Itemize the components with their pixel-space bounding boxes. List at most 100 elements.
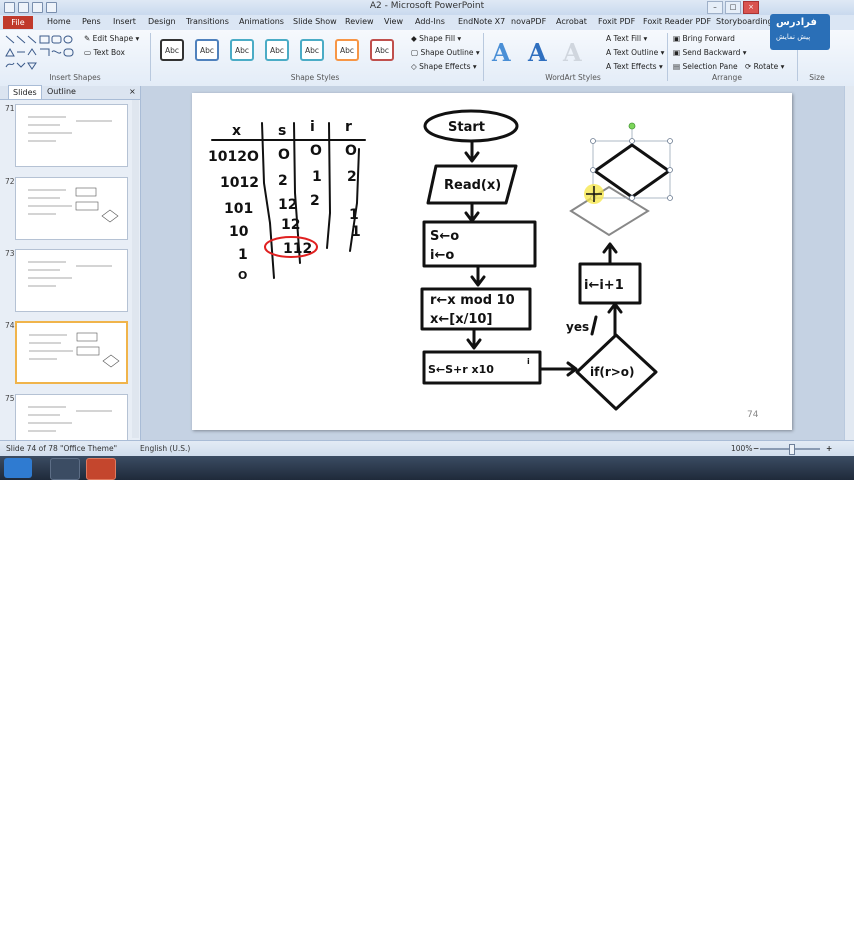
increment-label: i←i+1 — [584, 278, 624, 293]
tab-animations[interactable]: Animations — [239, 17, 284, 26]
slide-info: Slide 74 of 78 — [6, 444, 58, 453]
slide-thumbnail[interactable] — [15, 249, 128, 312]
taskbar-app-icon[interactable] — [50, 458, 80, 480]
table-cell: 10 — [229, 224, 249, 240]
tab-outline[interactable]: Outline — [47, 87, 76, 96]
text-fill-button[interactable]: A Text Fill ▾ — [606, 34, 647, 43]
selection-pane-button[interactable]: ▤ Selection Pane — [673, 62, 738, 71]
edit-shape-button[interactable]: ✎ Edit Shape ▾ — [84, 34, 139, 43]
tab-review[interactable]: Review — [345, 17, 374, 26]
selection-pane-label: Selection Pane — [682, 62, 738, 71]
shape-effects-button[interactable]: ◇ Shape Effects ▾ — [411, 62, 477, 71]
tab-file[interactable]: File — [3, 16, 33, 29]
exponent-label: i — [527, 357, 530, 366]
table-header-i: i — [310, 119, 315, 135]
zoom-level[interactable]: 100% — [731, 444, 752, 453]
rotate-label: Rotate — [753, 62, 779, 71]
send-backward-label: Send Backward — [682, 48, 741, 57]
shape-style-6[interactable]: Abc — [335, 39, 359, 61]
tab-view[interactable]: View — [384, 17, 403, 26]
window-controls: – □ × — [707, 1, 759, 14]
start-label: Start — [448, 120, 485, 135]
rotate-handle[interactable] — [628, 122, 636, 130]
table-header-s: s — [278, 123, 286, 139]
tab-acrobat[interactable]: Acrobat — [556, 17, 587, 26]
yes-arrow — [590, 315, 598, 336]
wordart-style-blue[interactable]: A — [492, 38, 511, 67]
shape-gallery[interactable] — [4, 33, 80, 71]
text-effects-button[interactable]: A Text Effects ▾ — [606, 62, 663, 71]
tab-transitions[interactable]: Transitions — [186, 17, 229, 26]
slide-canvas[interactable]: x s i r 1012O O O O 1012 2 1 2 101 12 2 … — [192, 93, 792, 430]
slide-thumbnail[interactable] — [15, 104, 128, 167]
tab-foxit-reader-pdf[interactable]: Foxit Reader PDF — [643, 17, 711, 26]
shape-style-1[interactable]: Abc — [160, 39, 184, 61]
maximize-icon[interactable]: □ — [725, 1, 741, 14]
tab-storyboarding[interactable]: Storyboarding — [716, 17, 773, 26]
send-backward-button[interactable]: ▣ Send Backward ▾ — [673, 48, 747, 57]
faradars-logo-title: فرادرس — [776, 17, 817, 28]
tab-design[interactable]: Design — [148, 17, 176, 26]
shape-style-7[interactable]: Abc — [370, 39, 394, 61]
text-effects-label: Text Effects — [613, 62, 657, 71]
vertical-scrollbar[interactable] — [844, 86, 854, 440]
tab-foxit-pdf[interactable]: Foxit PDF — [598, 17, 635, 26]
tab-add-ins[interactable]: Add-Ins — [415, 17, 445, 26]
shape-outline-label: Shape Outline — [420, 48, 474, 57]
shape-outline-button[interactable]: ▢ Shape Outline ▾ — [411, 48, 480, 57]
text-outline-button[interactable]: A Text Outline ▾ — [606, 48, 664, 57]
tab-slides[interactable]: Slides — [8, 85, 42, 99]
wordart-style-gray[interactable]: A — [563, 38, 582, 67]
minimize-icon[interactable]: – — [707, 1, 723, 14]
bring-forward-button[interactable]: ▣ Bring Forward — [673, 34, 735, 43]
start-button-icon[interactable] — [4, 458, 32, 478]
shape-fill-button[interactable]: ◆ Shape Fill ▾ — [411, 34, 461, 43]
shape-style-5[interactable]: Abc — [300, 39, 324, 61]
zoom-slider-knob[interactable] — [789, 444, 795, 455]
table-cell: 2 — [278, 173, 288, 189]
init-i-label: i←o — [430, 248, 454, 263]
table-cell: 1 — [238, 247, 248, 263]
language-indicator[interactable]: English (U.S.) — [140, 444, 190, 453]
tab-slide-show[interactable]: Slide Show — [293, 17, 337, 26]
powerpoint-taskbar-icon[interactable] — [86, 458, 116, 480]
table-header-x: x — [232, 123, 241, 139]
panel-close-icon[interactable]: × — [129, 87, 136, 96]
zoom-in-icon[interactable]: + — [826, 444, 832, 453]
rotate-button[interactable]: ⟳ Rotate ▾ — [745, 62, 784, 71]
tab-endnote-x7[interactable]: EndNote X7 — [458, 17, 505, 26]
slide-thumbnail[interactable] — [15, 321, 128, 384]
ribbon: ✎ Edit Shape ▾ ▭ Text Box Insert Shapes … — [0, 30, 854, 87]
thumbnail-preview — [28, 116, 112, 142]
shape-style-3[interactable]: Abc — [230, 39, 254, 61]
slide-number: 72 — [5, 177, 15, 186]
text-box-button[interactable]: ▭ Text Box — [84, 48, 125, 57]
shape-style-4[interactable]: Abc — [265, 39, 289, 61]
table-cell: O — [238, 269, 247, 282]
language-tray[interactable]: ENG — [826, 919, 842, 928]
flowchart-text: Start Read(x) S←o i←o r←x mod 10 x←[x/10… — [428, 120, 635, 379]
tab-novapdf[interactable]: novaPDF — [511, 17, 546, 26]
tab-insert[interactable]: Insert — [113, 17, 136, 26]
slide-drawing: x s i r 1012O O O O 1012 2 1 2 101 12 2 … — [208, 109, 759, 420]
table-cell: O — [278, 147, 290, 163]
panel-scrollbar[interactable] — [132, 100, 139, 438]
close-icon[interactable]: × — [743, 1, 759, 14]
selected-diamond[interactable] — [590, 122, 673, 201]
table-cell: 2 — [310, 193, 320, 209]
tab-home[interactable]: Home — [47, 17, 71, 26]
zoom-out-icon[interactable]: − — [753, 444, 759, 453]
insert-shapes-group-label: Insert Shapes — [49, 73, 101, 82]
shape-style-2[interactable]: Abc — [195, 39, 219, 61]
div-label: x←[x/10] — [430, 312, 492, 327]
slide-thumbnail[interactable] — [15, 177, 128, 240]
wordart-style-dark-blue[interactable]: A — [528, 38, 547, 67]
thumbnail-preview — [28, 187, 119, 223]
mod-label: r←x mod 10 — [430, 293, 515, 308]
tab-pens[interactable]: Pens — [82, 17, 101, 26]
shape-styles-group-label: Shape Styles — [290, 73, 340, 82]
edit-shape-label: Edit Shape — [92, 34, 134, 43]
shape-effects-label: Shape Effects — [419, 62, 471, 71]
theme-name[interactable]: "Office Theme" — [60, 444, 117, 453]
table-cell: 2 — [347, 169, 357, 185]
